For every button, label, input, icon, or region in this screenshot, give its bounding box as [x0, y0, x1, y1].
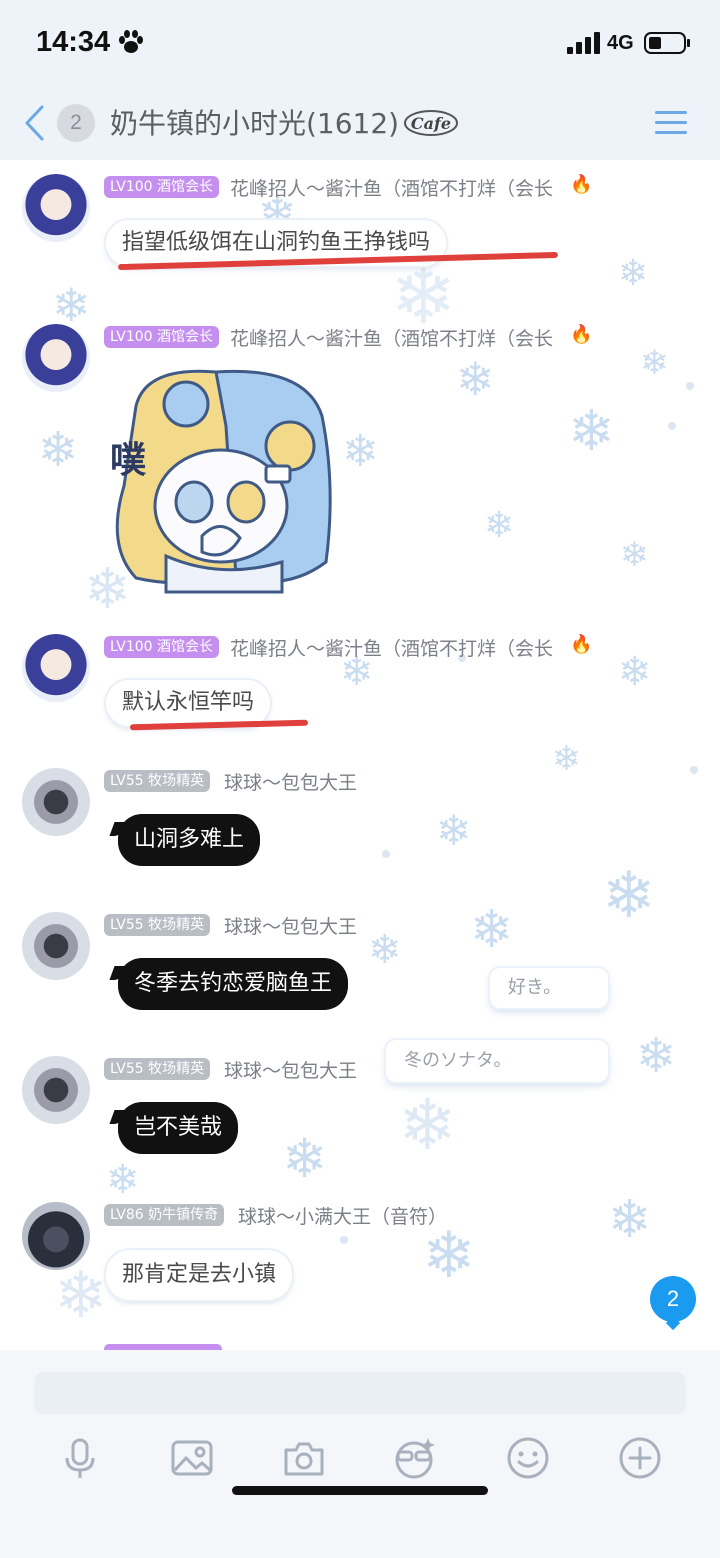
floating-note: 好き。: [490, 968, 608, 1008]
back-arrow-icon[interactable]: [22, 104, 48, 142]
svg-text:Cafe: Cafe: [411, 114, 451, 133]
message-bubble[interactable]: 山洞多难上: [118, 814, 261, 866]
sender-name[interactable]: 球球～小满大王（音符）: [238, 1202, 447, 1229]
input-toolbar: [0, 1436, 720, 1486]
status-bar: 14:34 4G: [0, 0, 720, 88]
level-badge: LV100 酒馆会长: [104, 326, 220, 348]
new-message-indicator[interactable]: 2: [650, 1276, 696, 1322]
avatar[interactable]: [22, 1202, 90, 1270]
message-bubble[interactable]: 冬季去钓恋爱脑鱼王: [118, 958, 349, 1010]
chat-message: LV100 酒馆会长 花峰招人～酱汁鱼（酒馆不打烊（会长 🔥 指望低级饵在山洞钓…: [0, 160, 720, 300]
avatar[interactable]: [22, 768, 90, 836]
level-badge: LV100 酒馆会长: [104, 176, 220, 198]
chat-message: LV100 酒馆会长 花峰招人～酱汁鱼（酒馆不打烊（会长 🔥 噗: [0, 310, 720, 610]
floating-note: 冬のソナタ。: [386, 1040, 608, 1082]
camera-icon[interactable]: [282, 1436, 326, 1480]
level-badge: LV55 牧场精英: [104, 914, 211, 936]
image-icon[interactable]: [170, 1436, 214, 1480]
microphone-icon[interactable]: [58, 1436, 102, 1480]
fire-icon: 🔥: [570, 324, 593, 345]
sender-name[interactable]: 花峰招人～酱汁鱼（酒馆不打烊（会长: [230, 174, 553, 201]
level-badge: LV55 牧场精英: [104, 1058, 211, 1080]
plus-icon[interactable]: [618, 1436, 662, 1480]
message-bubble[interactable]: 岂不美哉: [118, 1102, 239, 1154]
status-time: 14:34: [36, 26, 111, 58]
fire-icon: 🔥: [570, 634, 593, 655]
chat-message: LV100 酒馆会长 花峰招人～酱汁鱼（酒馆不打烊（会长 🔥 默认永恒竿吗: [0, 620, 720, 750]
message-input[interactable]: [34, 1372, 686, 1414]
chat-message: LV55 牧场精英 球球～包包大王 山洞多难上: [0, 762, 720, 892]
fire-icon: 🔥: [570, 174, 593, 195]
battery-icon: [644, 32, 690, 54]
cafe-logo-icon: Cafe: [404, 110, 458, 136]
signal-icon: [567, 32, 600, 54]
avatar[interactable]: [22, 174, 90, 242]
home-indicator[interactable]: [232, 1486, 488, 1495]
menu-icon[interactable]: [655, 109, 687, 137]
group-title[interactable]: 奶牛镇的小时光(1612): [110, 102, 399, 142]
chat-message-partial: [0, 1340, 720, 1350]
sender-name[interactable]: 球球～包包大王: [224, 768, 357, 795]
sender-name[interactable]: 球球～包包大王: [224, 912, 357, 939]
svg-text:噗: 噗: [110, 440, 147, 481]
chat-message: LV86 奶牛镇传奇 球球～小满大王（音符） 那肯定是去小镇: [0, 1196, 720, 1326]
sender-name[interactable]: 花峰招人～酱汁鱼（酒馆不打烊（会长: [230, 634, 553, 661]
avatar[interactable]: [22, 912, 90, 980]
avatar[interactable]: [22, 1056, 90, 1124]
chat-message: LV55 牧场精英 球球～包包大王 冬季去钓恋爱脑鱼王: [0, 906, 720, 1036]
sender-name[interactable]: 球球～包包大王: [224, 1056, 357, 1083]
sender-name[interactable]: 花峰招人～酱汁鱼（酒馆不打烊（会长: [230, 324, 553, 351]
glasses-emoji-icon[interactable]: [392, 1436, 436, 1480]
chat-header: 2 奶牛镇的小时光(1612) Cafe: [0, 88, 720, 160]
message-bubble[interactable]: 那肯定是去小镇: [106, 1250, 293, 1300]
chat-message-list[interactable]: ❄ ❄ ❄ ❄ ❄ ❄ ❄ ❄ ❄ ❄ ❄ ❄ ❄ ❄ ❄ ❄ ❄ ❄ ❄ ❄ …: [0, 160, 720, 1350]
input-panel: [0, 1350, 720, 1558]
chibi-sticker-image[interactable]: 噗: [106, 366, 336, 594]
level-badge: LV55 牧场精英: [104, 770, 211, 792]
chat-message: LV55 牧场精英 球球～包包大王 岂不美哉: [0, 1050, 720, 1180]
avatar[interactable]: [22, 324, 90, 392]
level-badge: LV86 奶牛镇传奇: [104, 1204, 225, 1226]
message-bubble[interactable]: 默认永恒竿吗: [106, 680, 271, 726]
smiley-icon[interactable]: [506, 1436, 550, 1480]
paw-icon: [119, 30, 143, 53]
network-type: 4G: [607, 32, 634, 54]
level-badge: LV100 酒馆会长: [104, 636, 220, 658]
avatar[interactable]: [22, 634, 90, 702]
unread-count-badge[interactable]: 2: [57, 104, 95, 142]
